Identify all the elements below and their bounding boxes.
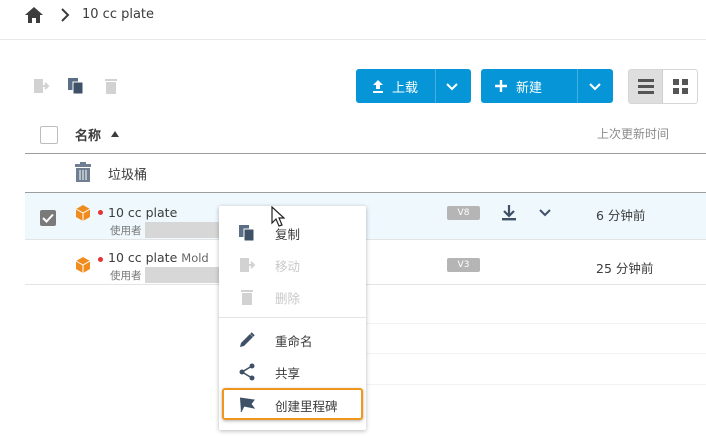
share-icon <box>239 363 255 381</box>
delete-icon <box>241 290 253 305</box>
chevron-down-icon[interactable] <box>589 81 601 91</box>
sort-ascending-icon <box>111 131 119 137</box>
part-icon <box>75 205 91 221</box>
copy-icon[interactable] <box>67 77 85 95</box>
menu-item-move[interactable]: 移动 <box>219 250 366 278</box>
new-button[interactable]: 新建 <box>481 69 613 103</box>
item-name[interactable]: 10 cc plate Mold <box>108 250 209 265</box>
upload-label: 上载 <box>392 80 419 96</box>
version-badge[interactable]: V3 <box>447 258 480 272</box>
owner-name-redacted <box>145 222 219 238</box>
recycle-bin-icon <box>75 162 91 182</box>
grid-view-button[interactable] <box>664 70 698 103</box>
header-divider <box>25 153 706 154</box>
item-owner-label: 使用者 <box>110 270 142 282</box>
row-checkbox[interactable] <box>40 210 56 226</box>
upload-button[interactable]: 上载 <box>356 69 471 103</box>
menu-divider <box>219 317 366 318</box>
status-dot <box>98 210 103 215</box>
recycle-bin-label[interactable]: 垃圾桶 <box>108 164 147 183</box>
status-dot <box>98 257 103 262</box>
version-badge[interactable]: V8 <box>447 206 480 220</box>
select-all-checkbox[interactable] <box>40 126 58 144</box>
view-toggle <box>628 69 698 104</box>
list-view-button[interactable] <box>629 70 663 103</box>
home-icon[interactable] <box>24 6 44 24</box>
menu-item-share[interactable]: 共享 <box>219 357 366 385</box>
updated-time: 25 分钟前 <box>596 261 654 276</box>
download-icon[interactable] <box>501 204 517 221</box>
updated-time: 6 分钟前 <box>596 208 646 223</box>
column-updated-header[interactable]: 上次更新时间 <box>597 125 669 142</box>
breadcrumb-divider <box>0 39 706 40</box>
menu-item-rename[interactable]: 重命名 <box>219 325 366 353</box>
column-name-header[interactable]: 名称 <box>75 125 101 144</box>
delete-icon[interactable] <box>102 77 120 95</box>
item-name[interactable]: 10 cc plate <box>108 205 177 220</box>
new-label: 新建 <box>516 80 543 96</box>
pencil-icon <box>240 332 255 347</box>
chevron-down-icon[interactable] <box>539 208 551 217</box>
check-icon <box>42 213 54 223</box>
breadcrumb-current[interactable]: 10 cc plate <box>82 7 154 22</box>
plus-icon <box>495 80 507 92</box>
chevron-right-icon <box>61 8 70 22</box>
menu-item-highlight <box>222 388 363 420</box>
list-icon <box>638 79 654 94</box>
move-icon[interactable] <box>32 77 50 95</box>
part-icon <box>75 257 91 273</box>
chevron-down-icon[interactable] <box>446 81 458 91</box>
item-owner-label: 使用者 <box>110 225 142 237</box>
menu-item-delete[interactable]: 删除 <box>219 282 366 310</box>
copy-icon <box>239 225 255 242</box>
move-icon <box>240 258 256 272</box>
grid-icon <box>673 79 688 94</box>
menu-item-copy[interactable]: 复制 <box>219 218 366 246</box>
upload-icon <box>373 80 383 93</box>
owner-name-redacted <box>145 267 219 283</box>
mouse-cursor-icon <box>271 206 285 227</box>
